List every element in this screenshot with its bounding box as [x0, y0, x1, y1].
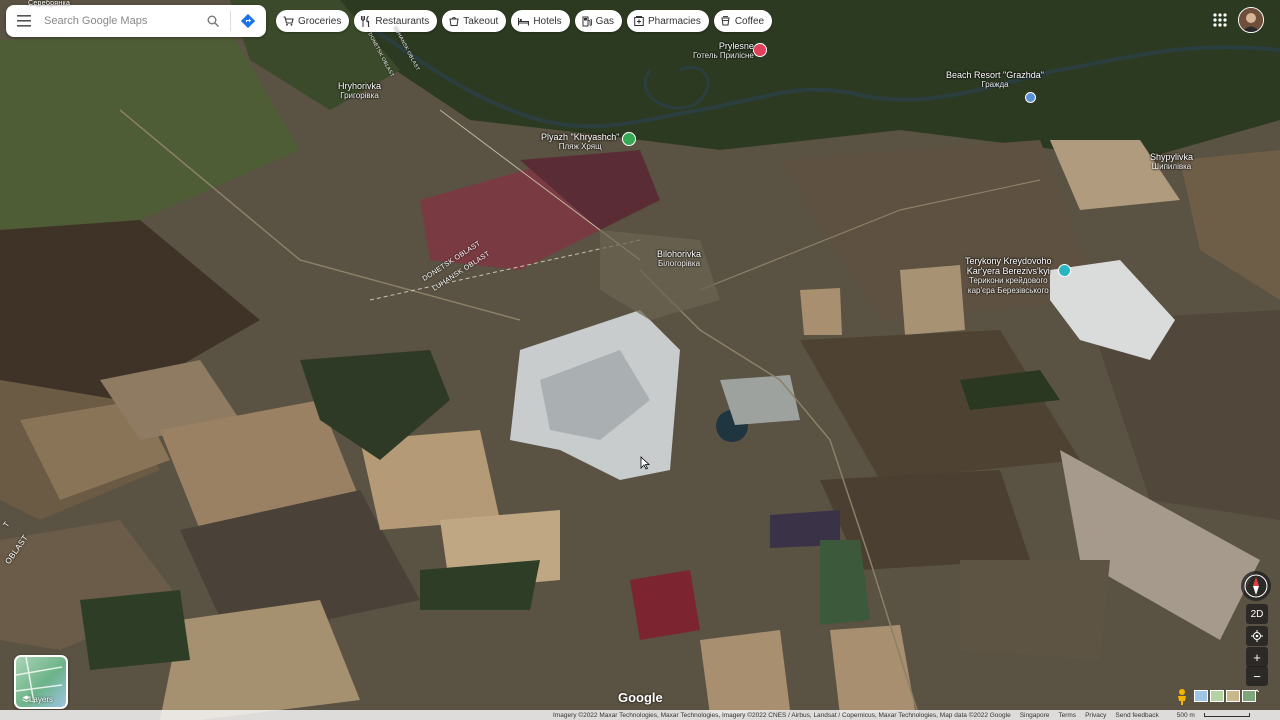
place-plyazh-khryashch[interactable]: Plyazh "Khryashch" Пляж Хрящ: [541, 132, 619, 152]
place-local-name: Шипилівка: [1151, 162, 1192, 171]
location-crosshair-icon: [1251, 630, 1263, 642]
place-name: Hryhorivka: [338, 81, 382, 91]
place-prylesne[interactable]: Prylesne Готель Прилісне: [693, 41, 754, 61]
chip-label: Pharmacies: [648, 15, 701, 27]
chip-label: Groceries: [298, 15, 342, 27]
takeout-icon: [449, 17, 459, 26]
place-local-name: Білогорівка: [658, 259, 701, 268]
place-local-name: Пляж Хрящ: [558, 142, 602, 151]
place-name: Shypylivka: [1150, 152, 1194, 162]
chip-takeout[interactable]: Takeout: [442, 10, 507, 32]
place-name-line1: Terykony Kreydovoho: [965, 256, 1052, 266]
place-beach-resort[interactable]: Beach Resort "Grazhda" Гражда: [946, 70, 1044, 90]
apps-grid-icon[interactable]: [1210, 10, 1230, 30]
hotel-pin-icon[interactable]: [753, 43, 767, 57]
scale-indicator[interactable]: 500 m: [1168, 712, 1250, 719]
chip-groceries[interactable]: Groceries: [276, 10, 350, 32]
scale-label: 500 m: [1176, 711, 1195, 719]
fork-knife-icon: [361, 15, 370, 27]
map-footer: Imagery ©2022 Maxar Technologies, Maxar …: [0, 710, 1280, 720]
compass-icon: [1244, 574, 1268, 598]
search-icon: [207, 15, 219, 27]
search-input[interactable]: [42, 14, 196, 28]
place-shypylivka[interactable]: Shypylivka Шипилівка: [1150, 152, 1193, 172]
compass-button[interactable]: [1241, 571, 1271, 601]
place-local-name-line1: Терикони крейдового: [968, 276, 1048, 285]
send-feedback-link[interactable]: Send feedback: [1115, 712, 1158, 719]
chip-label: Hotels: [533, 15, 562, 27]
pegman-icon[interactable]: [1174, 688, 1190, 706]
cup-icon: [721, 16, 730, 26]
chip-gas[interactable]: Gas: [574, 10, 623, 32]
chip-label: Restaurants: [375, 15, 430, 27]
imagery-thumbnails: [1194, 690, 1256, 702]
chip-hotels[interactable]: Hotels: [511, 10, 570, 32]
imagery-thumbnail[interactable]: [1194, 690, 1208, 702]
category-chips: Groceries Restaurants Takeout Hotels Gas…: [276, 10, 773, 32]
layers-button[interactable]: Layers: [14, 655, 68, 709]
search-divider: [230, 11, 231, 31]
chip-label: Coffee: [734, 15, 765, 27]
account-avatar[interactable]: [1238, 7, 1264, 33]
search-box: [6, 5, 266, 37]
place-terykony-quarry[interactable]: Terykony Kreydovoho Kar'yera Berezivs'ky…: [965, 256, 1052, 296]
mouse-cursor-icon: [640, 456, 650, 470]
zoom-out-button[interactable]: −: [1246, 666, 1268, 686]
place-name: Prylesne: [718, 41, 754, 51]
place-bilohorivka[interactable]: Bilohorivka Білогорівка: [657, 249, 701, 269]
menu-button[interactable]: [6, 5, 42, 37]
hamburger-menu-icon: [17, 15, 31, 27]
bed-icon: [518, 17, 530, 25]
my-location-button[interactable]: [1246, 626, 1268, 646]
pharmacy-icon: [634, 16, 644, 26]
gas-pump-icon: [582, 16, 592, 26]
imagery-thumbnail[interactable]: [1210, 690, 1224, 702]
resort-pin-icon[interactable]: [1025, 92, 1036, 103]
place-hryhorivka[interactable]: Hryhorivka Григорівка: [338, 81, 381, 101]
imagery-thumbnail[interactable]: [1226, 690, 1240, 702]
chip-pharmacies[interactable]: Pharmacies: [627, 10, 709, 32]
layers-label: Layers: [28, 695, 53, 704]
place-name: Bilohorivka: [657, 249, 702, 259]
chip-coffee[interactable]: Coffee: [713, 10, 773, 32]
zoom-in-button[interactable]: +: [1246, 647, 1268, 667]
search-button[interactable]: [200, 5, 226, 37]
chip-label: Takeout: [463, 15, 499, 27]
privacy-link[interactable]: Privacy: [1085, 712, 1106, 719]
chip-label: Gas: [595, 15, 615, 27]
place-name-line2: Kar'yera Berezivs'kyi: [966, 266, 1050, 276]
avatar-image: [1239, 8, 1263, 32]
imagery-attribution: Imagery ©2022 Maxar Technologies, Maxar …: [553, 711, 1011, 719]
place-local-name: Готель Прилісне: [693, 51, 754, 60]
directions-button[interactable]: [235, 5, 261, 37]
place-local-name: Гражда: [981, 80, 1009, 89]
place-local-name-line2: кар'єра Березівського: [967, 286, 1049, 295]
scale-bar: [1203, 712, 1250, 717]
terms-link[interactable]: Terms: [1058, 712, 1076, 719]
beach-pin-icon[interactable]: [622, 132, 636, 146]
place-name: Plyazh "Khryashch": [541, 132, 620, 142]
view-mode-2d-button[interactable]: 2D: [1246, 604, 1268, 624]
cart-icon: [283, 16, 294, 26]
expand-chevron-icon[interactable]: ⌃: [1250, 689, 1264, 703]
satellite-map[interactable]: [0, 0, 1280, 720]
country-link[interactable]: Singapore: [1020, 712, 1050, 719]
place-local-name: Григорівка: [340, 91, 379, 100]
town-label-top-left: Серебрянка: [28, 0, 71, 7]
landmark-pin-icon[interactable]: [1058, 264, 1071, 277]
directions-icon: [241, 14, 255, 28]
google-logo: Google: [618, 690, 663, 705]
place-name: Beach Resort "Grazhda": [946, 70, 1044, 80]
